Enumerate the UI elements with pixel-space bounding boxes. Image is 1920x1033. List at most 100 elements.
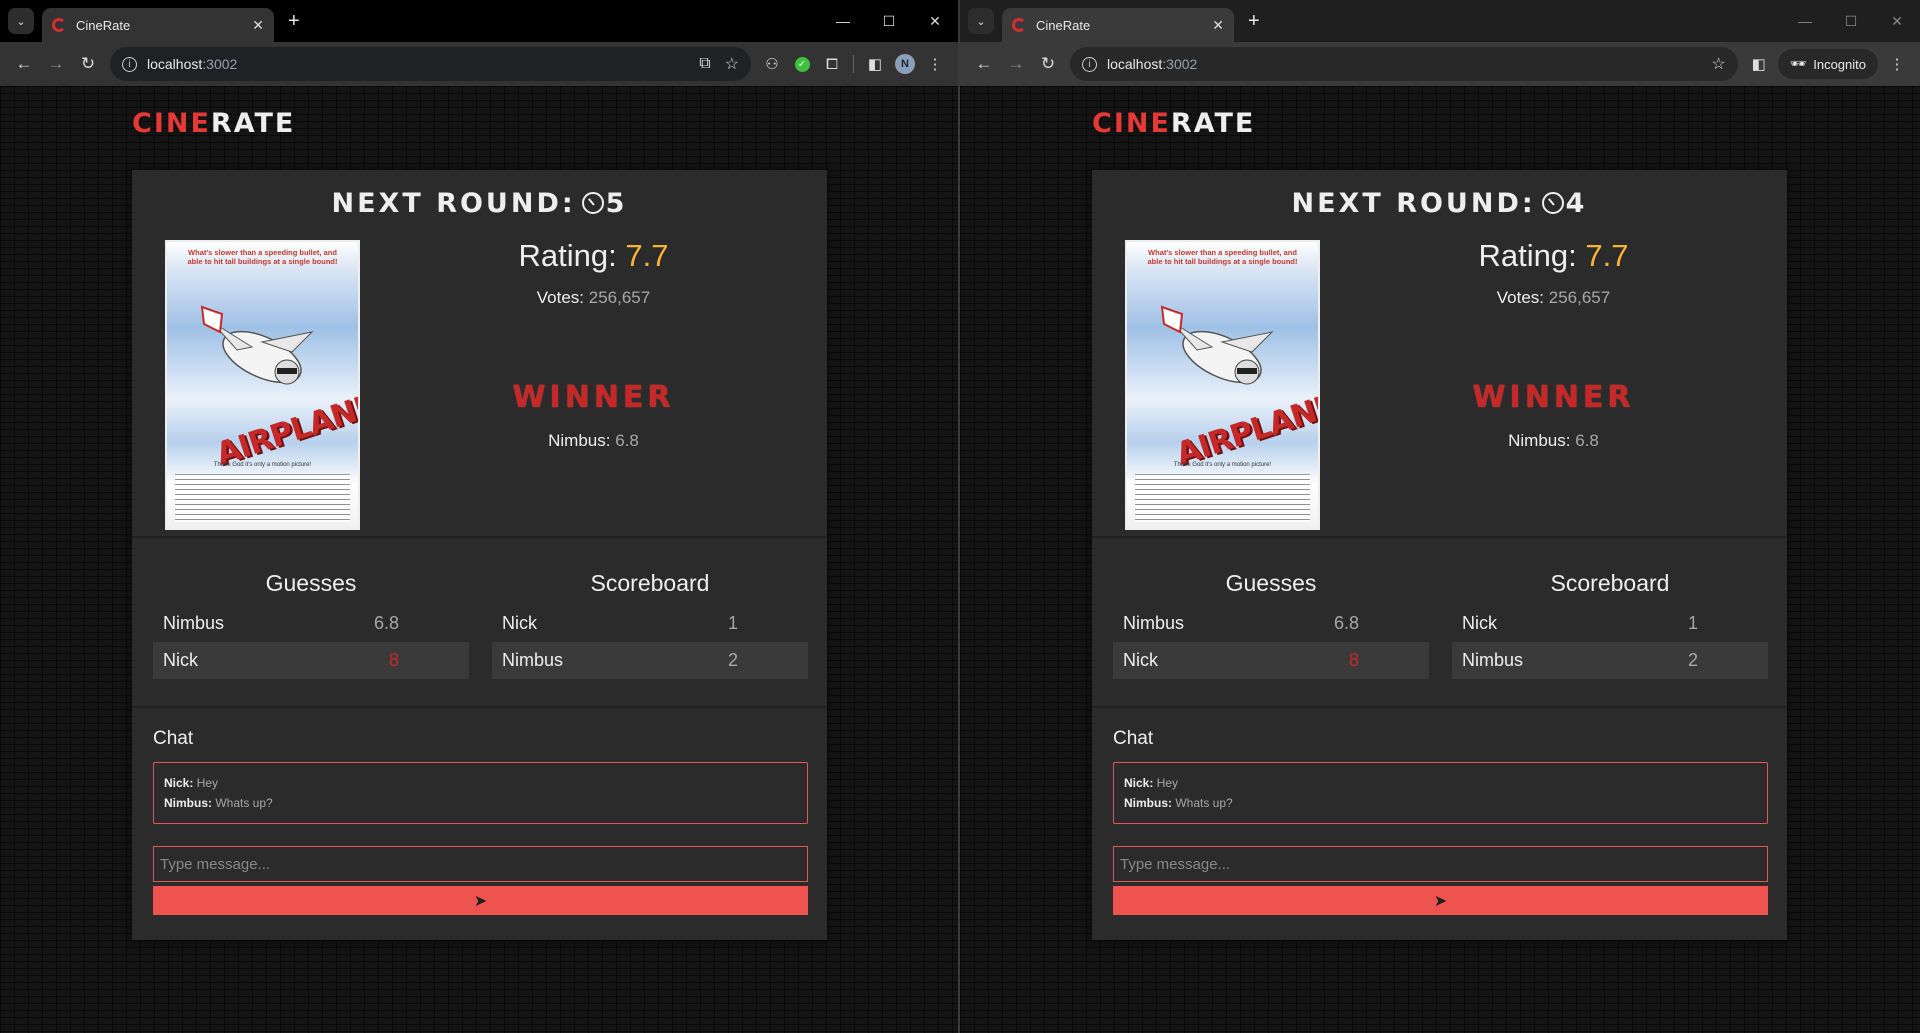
timer-icon	[1541, 192, 1564, 214]
airplane-illustration-icon	[1160, 305, 1274, 385]
chat-message: Nick: Hey	[1124, 776, 1179, 790]
poster-tagline: What's slower than a speeding bullet, an…	[1147, 248, 1298, 266]
votes-value: 256,657	[1548, 288, 1611, 307]
chat-message-input[interactable]	[1113, 846, 1768, 882]
poster-subline: Thank God it's only a motion picture!	[1173, 462, 1272, 468]
forward-arrow-icon[interactable]: →	[40, 48, 72, 80]
poster-credits	[175, 474, 350, 522]
divider	[132, 706, 827, 708]
close-tab-icon[interactable]: ✕	[252, 17, 264, 34]
close-window-icon[interactable]: ✕	[1874, 0, 1920, 42]
cinerate-logo[interactable]: CINERATE	[132, 108, 295, 139]
send-button[interactable]: ➤	[1113, 886, 1768, 915]
chat-message: Nick: Hey	[164, 776, 219, 790]
scoreboard-title: Scoreboard	[1550, 570, 1670, 596]
guesses-title: Guesses	[1225, 570, 1317, 596]
send-icon: ➤	[473, 892, 488, 910]
new-tab-button[interactable]: +	[1248, 10, 1260, 33]
airplane-illustration-icon	[200, 305, 314, 385]
maximize-icon[interactable]: ☐	[866, 0, 912, 42]
game-card: NEXT ROUND: 4 What's slower than a speedi…	[1092, 170, 1787, 940]
poster-credits	[1135, 474, 1310, 522]
rating: Rating: 7.7	[518, 238, 669, 273]
minimize-icon[interactable]: —	[820, 0, 866, 42]
movie-poster: What's slower than a speeding bullet, an…	[1125, 240, 1320, 530]
install-app-icon[interactable]: ⧉	[699, 55, 710, 73]
chat-messages: Nick: Hey Nimbus: Whats up?	[1113, 762, 1768, 824]
page: CINERATE NEXT ROUND: 5 What's slower than…	[0, 86, 958, 1033]
extension-check-icon[interactable]: ✓	[787, 49, 817, 79]
poster-tagline: What's slower than a speeding bullet, an…	[187, 248, 338, 266]
tab-title: CineRate	[76, 17, 131, 33]
tab-search-button[interactable]: ⌄	[8, 8, 34, 34]
cinerate-favicon-icon	[1012, 18, 1026, 32]
side-panel-icon[interactable]: ◧	[1744, 49, 1774, 79]
address-bar[interactable]: i localhost:3002 ⧉ ☆	[110, 47, 751, 81]
bookmark-star-icon[interactable]: ☆	[725, 54, 739, 74]
cinerate-logo[interactable]: CINERATE	[1092, 108, 1255, 139]
toolbar-separator	[853, 55, 854, 73]
divider	[1092, 536, 1787, 538]
reload-icon[interactable]: ↻	[72, 48, 104, 80]
round-countdown: 4	[1565, 188, 1588, 219]
chat-messages: Nick: Hey Nimbus: Whats up?	[153, 762, 808, 824]
winner-heading: WINNER	[512, 380, 675, 415]
site-info-icon[interactable]: i	[1082, 56, 1097, 72]
browser-tab[interactable]: CineRate ✕	[42, 8, 274, 42]
extensions-puzzle-icon[interactable]: ⧠	[817, 49, 847, 79]
browser-toolbar: ← → ↻ i localhost:3002 ☆ ◧ 🕶 Incognito ⋮	[960, 42, 1920, 86]
maximize-icon[interactable]: ☐	[1828, 0, 1874, 42]
address-bar[interactable]: i localhost:3002 ☆	[1070, 47, 1738, 81]
votes-value: 256,657	[588, 288, 651, 307]
browser-window-incognito: ⌄ CineRate ✕ + — ☐ ✕ ← → ↻ i localhost:3…	[959, 0, 1920, 1033]
browser-toolbar: ← → ↻ i localhost:3002 ⧉ ☆ ⚇ ✓ ⧠ ◧ N ⋮	[0, 42, 958, 86]
tab-strip: ⌄ CineRate ✕ + — ☐ ✕	[960, 0, 1920, 42]
bookmark-star-icon[interactable]: ☆	[1711, 54, 1725, 74]
send-button[interactable]: ➤	[153, 886, 808, 915]
rating-value: 7.7	[625, 238, 669, 273]
forward-arrow-icon[interactable]: →	[1000, 48, 1032, 80]
url-host: localhost	[147, 56, 203, 72]
timer-icon	[581, 192, 604, 214]
browser-tab[interactable]: CineRate ✕	[1002, 8, 1234, 42]
close-tab-icon[interactable]: ✕	[1212, 17, 1224, 34]
chat-message-input[interactable]	[153, 846, 808, 882]
back-arrow-icon[interactable]: ←	[968, 48, 1000, 80]
chat-message: Nimbus: Whats up?	[1124, 796, 1233, 810]
winner-result: Nimbus: 6.8	[1508, 431, 1599, 450]
chat-label: Chat	[153, 728, 194, 749]
close-window-icon[interactable]: ✕	[912, 0, 958, 42]
game-card: NEXT ROUND: 5 What's slower than a speedi…	[132, 170, 827, 940]
divider	[132, 536, 827, 538]
rating: Rating: 7.7	[1478, 238, 1629, 273]
guesses-title: Guesses	[265, 570, 357, 596]
url-port: :3002	[1162, 56, 1198, 72]
tab-search-button[interactable]: ⌄	[968, 8, 994, 34]
side-panel-icon[interactable]: ◧	[860, 49, 890, 79]
guess-row: Nimbus 6.8	[163, 613, 399, 633]
new-tab-button[interactable]: +	[288, 10, 300, 33]
movie-stats: Rating: 7.7 Votes: 256,657 WINNER Nimbus…	[360, 238, 827, 451]
reload-icon[interactable]: ↻	[1032, 48, 1064, 80]
guesses-panel: Guesses Nimbus 6.8 Nick 8	[1113, 570, 1429, 679]
menu-kebab-icon[interactable]: ⋮	[920, 49, 950, 79]
guess-row: Nick 8	[153, 642, 469, 679]
round-countdown: 5	[605, 188, 628, 219]
votes: Votes: 256,657	[536, 288, 651, 307]
profile-avatar[interactable]: N	[890, 49, 920, 79]
tab-title: CineRate	[1036, 17, 1091, 33]
divider	[1092, 706, 1787, 708]
extension-icon[interactable]: ⚇	[757, 49, 787, 79]
score-row: Nick 1	[1462, 613, 1698, 633]
next-round-title: NEXT ROUND: 4	[1291, 188, 1588, 219]
menu-kebab-icon[interactable]: ⋮	[1882, 49, 1912, 79]
votes: Votes: 256,657	[1496, 288, 1611, 307]
window-controls: — ☐ ✕	[820, 0, 958, 42]
movie-poster: What's slower than a speeding bullet, an…	[165, 240, 360, 530]
incognito-badge[interactable]: 🕶 Incognito	[1777, 49, 1878, 79]
back-arrow-icon[interactable]: ←	[8, 48, 40, 80]
poster-title-art: AIRPLANE!	[211, 383, 360, 473]
browser-window-normal: ⌄ CineRate ✕ + — ☐ ✕ ← → ↻ i localhost:3…	[0, 0, 959, 1033]
minimize-icon[interactable]: —	[1782, 0, 1828, 42]
site-info-icon[interactable]: i	[122, 56, 137, 72]
